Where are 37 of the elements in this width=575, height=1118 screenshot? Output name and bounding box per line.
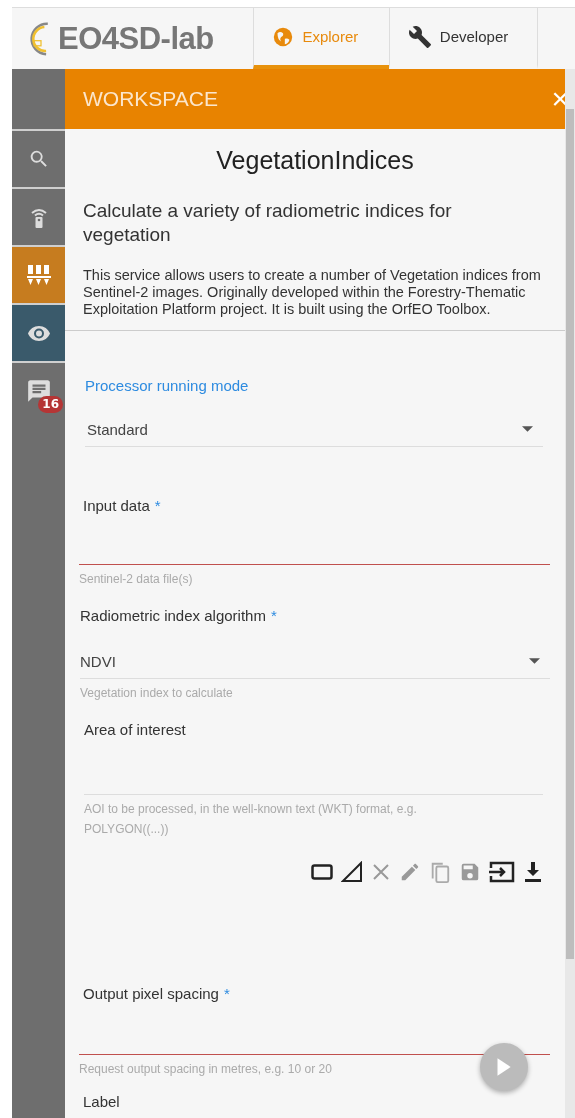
rectangle-icon[interactable] xyxy=(311,864,333,880)
field-label: Label xyxy=(83,1093,121,1110)
processors-icon xyxy=(24,263,53,287)
field-label: Radiometric index algorithm * xyxy=(80,607,278,624)
required-mark: * xyxy=(154,497,161,514)
field-label: Input data * xyxy=(83,497,162,514)
dropdown-field[interactable]: NDVI xyxy=(80,644,550,679)
save-icon[interactable] xyxy=(459,861,481,883)
scrollbar[interactable] xyxy=(565,69,575,1118)
caret-icon xyxy=(522,426,533,432)
sidebar-item[interactable] xyxy=(12,303,65,361)
required-mark: * xyxy=(270,607,277,624)
field-hint: Vegetation index to calculate xyxy=(80,685,234,702)
download-icon[interactable] xyxy=(523,861,543,883)
service-description: This service allows users to create a number of Vegetation indices from Sentinel-2 images. Originally developed within the Forestry-Thematic Exploitation Platform project. It is built using the OrfEO Toolbox. xyxy=(83,267,542,318)
dropdown-field[interactable]: Standard xyxy=(85,412,543,447)
panel-title: WORKSPACE xyxy=(83,87,218,111)
run-button[interactable] xyxy=(480,1043,528,1091)
service-title: VegetationIndices xyxy=(215,145,415,176)
service-subtitle: Calculate a variety of radiometric indices for vegetation xyxy=(83,199,453,247)
wrench-icon xyxy=(407,24,432,49)
import-icon[interactable] xyxy=(489,861,515,883)
required-mark: * xyxy=(223,985,230,1002)
caret-icon xyxy=(529,658,540,664)
field-label: Processor running mode xyxy=(85,377,250,394)
field-hint: Request output spacing in metres, e.g. 10 or 20 xyxy=(79,1061,332,1078)
pencil-icon[interactable] xyxy=(399,861,421,883)
triangle-icon[interactable] xyxy=(341,861,363,883)
field-hint: AOI to be processed, in the well-known text (WKT) format, e.g. POLYGON((...)) xyxy=(84,801,418,838)
field-label: Output pixel spacing * xyxy=(83,985,231,1002)
logo-text: EO4SD-lab xyxy=(58,20,214,57)
count-badge: 16 xyxy=(38,396,63,413)
field-label: Area of interest xyxy=(84,721,187,738)
sidebar-item[interactable] xyxy=(12,245,65,303)
field-hint: Sentinel-2 data file(s) xyxy=(79,571,194,588)
globe-icon xyxy=(272,25,295,48)
close-icon[interactable] xyxy=(371,862,391,882)
